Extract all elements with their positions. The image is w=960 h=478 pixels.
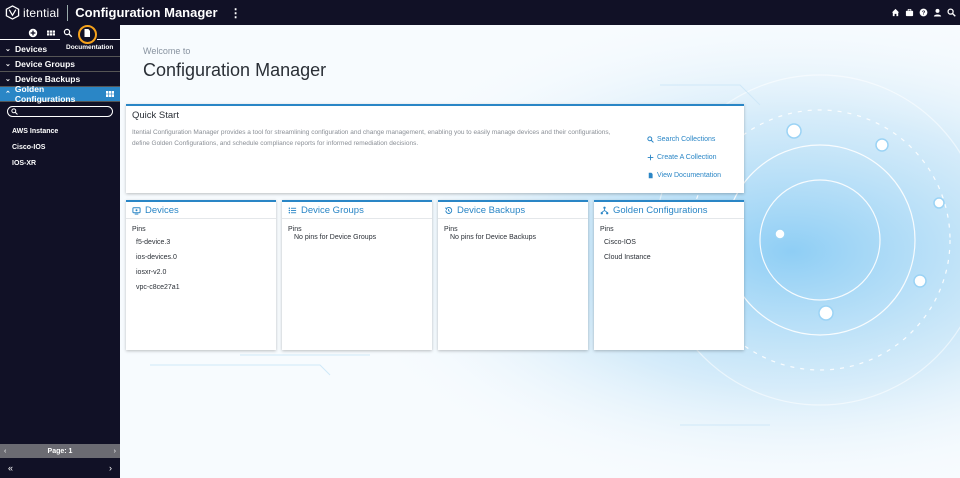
document-icon (648, 172, 653, 178)
collapse-sidebar-button[interactable]: « (8, 463, 13, 473)
toolbar-divider (97, 39, 120, 40)
list-icon (288, 207, 297, 213)
empty-pins-message: No pins for Device Backups (450, 234, 536, 241)
sidebar: Documentation ⌄ Devices ⌄ Device Groups … (0, 25, 120, 478)
list-item[interactable]: AWS Instance (0, 124, 120, 140)
search-icon[interactable] (63, 28, 73, 38)
link-label: View Documentation (657, 171, 722, 179)
sidebar-item-device-groups[interactable]: ⌄ Device Groups (0, 57, 120, 72)
list-item[interactable]: vpc-c8ce27a1 (136, 280, 276, 295)
device-groups-panel: Device Groups Pins No pins for Device Gr… (282, 200, 432, 350)
top-bar: itential Configuration Manager ⋮ ? (0, 0, 960, 25)
itential-logo-icon (5, 5, 20, 20)
sidebar-item-label: Devices (15, 44, 48, 54)
panel-header: Device Backups (438, 202, 588, 219)
pins-label: Pins (288, 226, 302, 233)
chevron-up-icon: ⌃ (5, 91, 11, 98)
sidebar-item-label: Device Backups (15, 74, 81, 84)
sidebar-collapse-row: « › (0, 461, 120, 475)
expand-button[interactable]: › (109, 463, 112, 473)
list-item[interactable]: iosxr-v2.0 (136, 265, 276, 280)
chevron-down-icon: ⌄ (5, 46, 11, 53)
add-icon[interactable] (28, 28, 38, 38)
app-menu-icon[interactable]: ⋮ (230, 6, 242, 20)
link-label: Create A Collection (657, 153, 717, 161)
sidebar-item-golden-configurations[interactable]: ⌃ Golden Configurations (0, 84, 120, 104)
search-icon (647, 135, 654, 143)
grid-view-icon[interactable] (106, 89, 114, 99)
view-documentation-link[interactable]: View Documentation (647, 166, 721, 184)
panel-title[interactable]: Devices (145, 205, 179, 216)
list-item[interactable]: IOS-XR (0, 156, 120, 172)
next-page-button[interactable]: › (114, 448, 116, 455)
pin-list: Cisco-IOS Cloud Instance (594, 233, 744, 265)
sidebar-item-devices[interactable]: ⌄ Devices (0, 42, 120, 57)
list-item[interactable]: Cloud Instance (604, 250, 744, 265)
help-icon[interactable]: ? (919, 8, 928, 17)
app-title: Configuration Manager (75, 5, 218, 20)
panel-header: Devices (126, 202, 276, 219)
plus-icon (647, 154, 654, 160)
create-collection-link[interactable]: Create A Collection (647, 148, 721, 166)
search-collections-link[interactable]: Search Collections (647, 130, 721, 148)
home-icon[interactable] (891, 8, 900, 17)
welcome-text: Welcome to (143, 46, 191, 56)
pin-list: f5-device.3 ios-devices.0 iosxr-v2.0 vpc… (126, 233, 276, 295)
devices-panel: Devices Pins f5-device.3 ios-devices.0 i… (126, 200, 276, 350)
briefcase-icon[interactable] (905, 8, 914, 17)
pins-label: Pins (132, 226, 146, 233)
sidebar-item-label: Device Groups (15, 59, 75, 69)
page-title: Configuration Manager (143, 60, 327, 80)
pins-label: Pins (444, 226, 458, 233)
device-backups-panel: Device Backups Pins No pins for Device B… (438, 200, 588, 350)
link-label: Search Collections (657, 135, 716, 143)
panel-title[interactable]: Golden Configurations (613, 205, 708, 216)
list-item[interactable]: f5-device.3 (136, 235, 276, 250)
golden-configurations-panel: Golden Configurations Pins Cisco-IOS Clo… (594, 200, 744, 350)
panel-title[interactable]: Device Groups (301, 205, 364, 216)
brand-divider (67, 4, 69, 21)
pins-label: Pins (600, 226, 614, 233)
tree-icon (600, 206, 609, 214)
svg-text:?: ? (922, 11, 926, 17)
prev-page-button[interactable]: ‹ (4, 448, 6, 455)
pagination: ‹ Page: 1 › (0, 444, 120, 458)
quick-start-card: Quick Start Itential Configuration Manag… (126, 104, 744, 193)
sidebar-nav: ⌄ Devices ⌄ Device Groups ⌄ Device Backu… (0, 42, 120, 172)
panel-header: Golden Configurations (594, 202, 744, 219)
devices-icon (132, 206, 141, 215)
panel-header: Device Groups (282, 202, 432, 219)
quick-start-title: Quick Start (132, 110, 179, 121)
chevron-down-icon: ⌄ (5, 61, 11, 68)
main-content: Welcome to Configuration Manager Quick S… (120, 25, 960, 478)
search-icon (11, 108, 18, 115)
user-icon[interactable] (933, 8, 942, 17)
page-indicator: Page: 1 (47, 447, 73, 455)
golden-config-list: AWS Instance Cisco-IOS IOS-XR (0, 121, 120, 172)
quick-start-links: Search Collections Create A Collection V… (647, 130, 721, 184)
brand-name: itential (23, 5, 60, 20)
toolbar-divider (0, 39, 60, 40)
list-item[interactable]: Cisco-IOS (604, 235, 744, 250)
search-icon[interactable] (947, 8, 956, 17)
sidebar-search (0, 102, 120, 121)
chevron-down-icon: ⌄ (5, 76, 11, 83)
top-icons: ? (891, 0, 956, 25)
list-item[interactable]: ios-devices.0 (136, 250, 276, 265)
brand[interactable]: itential (5, 0, 59, 25)
panel-title[interactable]: Device Backups (457, 205, 525, 216)
sidebar-toolbar: Documentation (0, 25, 120, 51)
history-icon (444, 206, 453, 214)
empty-pins-message: No pins for Device Groups (294, 234, 377, 241)
search-input[interactable] (7, 106, 113, 117)
sidebar-item-label: Golden Configurations (14, 84, 76, 104)
quick-start-description: Itential Configuration Manager provides … (132, 129, 611, 147)
grid-icon[interactable] (46, 28, 56, 38)
list-item[interactable]: Cisco-IOS (0, 140, 120, 156)
